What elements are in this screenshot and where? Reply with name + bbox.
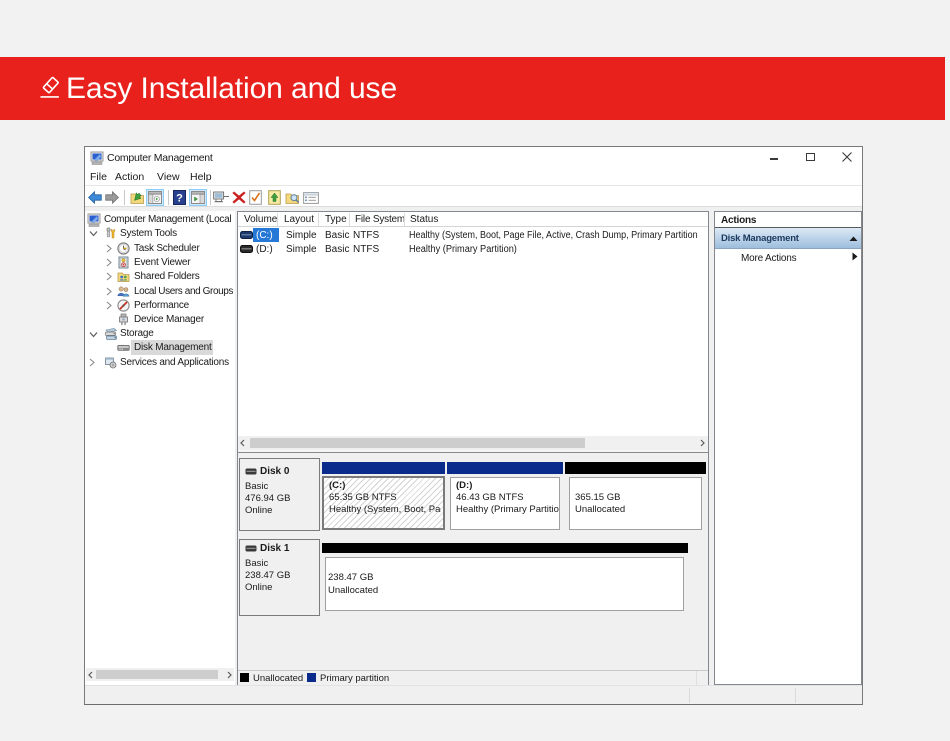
svg-text:?: ?: [176, 193, 183, 205]
